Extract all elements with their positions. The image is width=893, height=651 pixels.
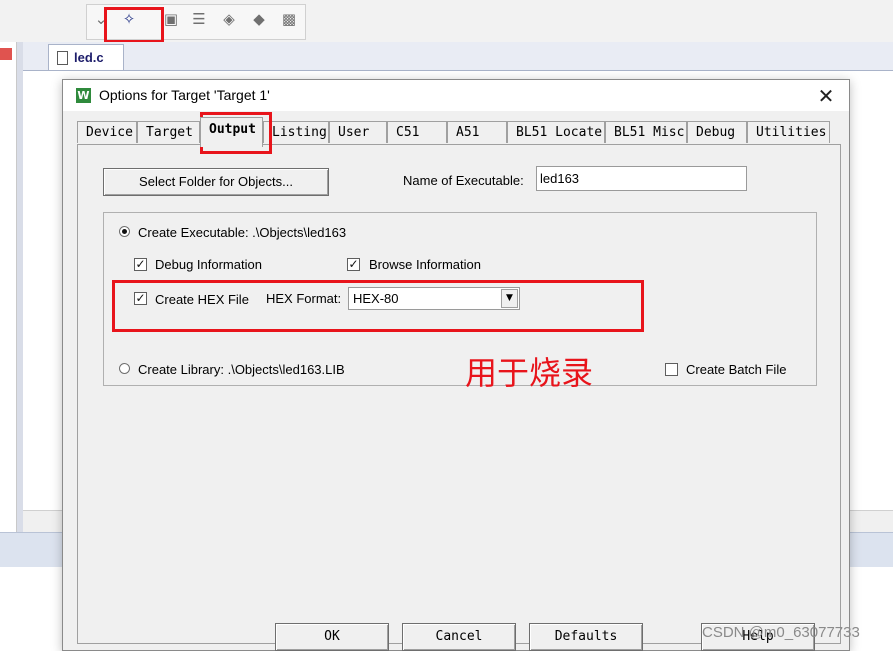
download-icon[interactable]: ▣	[162, 11, 180, 29]
tab-listing[interactable]: Listing	[263, 121, 329, 143]
debug-information-checkbox[interactable]: ✓	[134, 258, 147, 271]
panel-close-icon[interactable]	[0, 48, 12, 60]
ok-button[interactable]: OK	[275, 623, 389, 651]
tab-label: Utilities	[756, 125, 827, 140]
tab-bl51-locate[interactable]: BL51 Locate	[507, 121, 605, 143]
file-tab-led-c[interactable]: led.c	[48, 44, 124, 70]
tab-output[interactable]: Output	[200, 117, 263, 147]
create-library-radio[interactable]	[119, 363, 130, 374]
select-folder-button[interactable]: Select Folder for Objects...	[103, 168, 329, 196]
tab-label: Target	[146, 125, 193, 140]
tab-label: Output	[209, 122, 256, 137]
create-batch-file-checkbox[interactable]	[665, 363, 678, 376]
debug-information-label: Debug Information	[155, 257, 262, 272]
defaults-button[interactable]: Defaults	[529, 623, 643, 651]
name-of-executable-label: Name of Executable:	[403, 173, 524, 188]
manage-components-icon[interactable]: ◈	[220, 11, 238, 29]
file-tab-label: led.c	[74, 50, 104, 65]
annotation-text: 用于烧录	[465, 354, 594, 392]
tab-target[interactable]: Target	[137, 121, 200, 143]
batch-icon[interactable]: ☰	[190, 11, 208, 29]
tab-bl51-misc[interactable]: BL51 Misc	[605, 121, 687, 143]
tab-label: Listing	[272, 125, 327, 140]
tab-label: A51	[456, 125, 480, 140]
close-icon[interactable]: ✕	[813, 83, 839, 109]
project-panel	[0, 42, 17, 532]
create-executable-label: Create Executable: .\Objects\led163	[138, 225, 347, 240]
tab-a51[interactable]: A51	[447, 121, 507, 143]
dialog-title: Options for Target 'Target 1'	[99, 87, 270, 103]
tab-label: BL51 Misc	[614, 125, 685, 140]
tab-label: BL51 Locate	[516, 125, 603, 140]
tab-user[interactable]: User	[329, 121, 387, 143]
select-packs-icon[interactable]: ◆	[250, 11, 268, 29]
document-icon	[57, 50, 68, 65]
options-highlight-box	[104, 7, 164, 43]
create-library-label: Create Library: .\Objects\led163.LIB	[138, 362, 345, 377]
tab-device[interactable]: Device	[77, 121, 137, 143]
tab-c51[interactable]: C51	[387, 121, 447, 143]
create-batch-file-label: Create Batch File	[686, 362, 787, 377]
create-executable-radio[interactable]	[119, 226, 130, 237]
options-dialog: W Options for Target 'Target 1' ✕ Device…	[62, 79, 850, 651]
name-of-executable-input[interactable]	[536, 166, 747, 191]
watermark: CSDN @m0_63077733	[702, 624, 860, 641]
tab-label: Debug	[696, 125, 736, 140]
tab-label: C51	[396, 125, 420, 140]
cancel-button[interactable]: Cancel	[402, 623, 516, 651]
browse-information-label: Browse Information	[369, 257, 481, 272]
tab-debug[interactable]: Debug	[687, 121, 747, 143]
tab-label: User	[338, 125, 370, 140]
pack-installer-icon[interactable]: ▩	[280, 11, 298, 29]
keil-app-icon: W	[76, 88, 91, 103]
tab-utilities[interactable]: Utilities	[747, 121, 830, 143]
tab-label: Device	[86, 125, 133, 140]
browse-information-checkbox[interactable]: ✓	[347, 258, 360, 271]
dialog-titlebar[interactable]: W Options for Target 'Target 1' ✕	[63, 80, 849, 111]
hex-file-highlight-box	[112, 280, 644, 332]
